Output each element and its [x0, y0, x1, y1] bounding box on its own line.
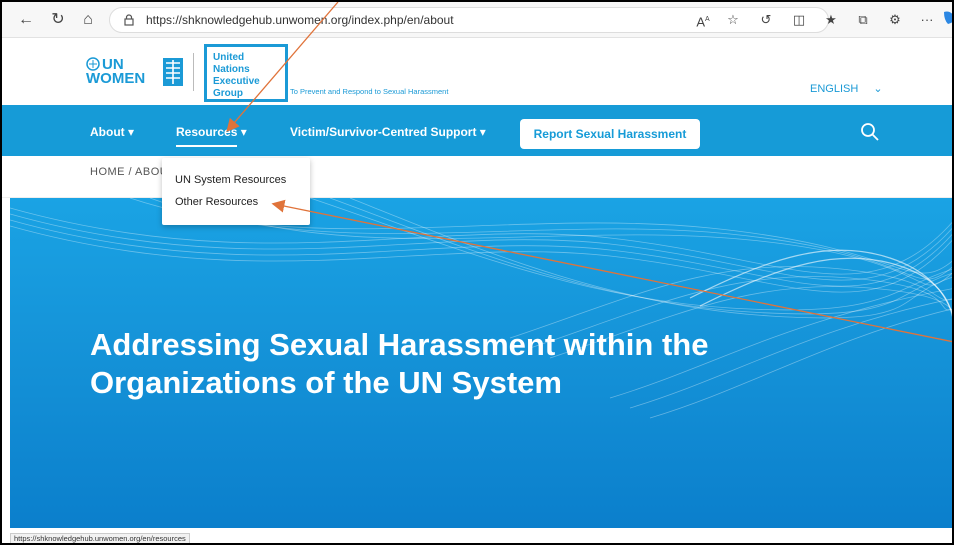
chevron-down-icon: ⌄ — [873, 83, 883, 95]
profile-icon[interactable]: ⚙ — [884, 10, 906, 30]
nav-resources[interactable]: Resources ▾ — [176, 125, 247, 139]
nav-victim-support[interactable]: Victim/Survivor-Centred Support ▾ — [290, 125, 486, 139]
exec-line-2: Executive — [213, 76, 260, 87]
language-selector[interactable]: ENGLISH ⌄ — [810, 82, 883, 95]
un-women-logo[interactable]: UN WOMEN — [86, 57, 186, 87]
breadcrumb-text[interactable]: HOME / ABOU — [90, 166, 168, 178]
nav-about[interactable]: About ▾ — [90, 125, 134, 139]
status-bar-url: https://shknowledgehub.unwomen.org/en/re… — [10, 533, 190, 543]
breadcrumb: HOME / ABOU — [2, 156, 952, 198]
back-icon[interactable]: ← — [16, 10, 36, 30]
resources-dropdown: UN System Resources Other Resources — [162, 158, 310, 225]
browser-toolbar: ← ↻ ⌂ https://shknowledgehub.unwomen.org… — [2, 2, 952, 38]
extension-icon[interactable]: ↺ — [755, 10, 777, 30]
grid-mark-icon — [163, 58, 183, 86]
address-bar[interactable]: https://shknowledgehub.unwomen.org/index… — [109, 7, 829, 33]
lock-icon — [124, 14, 134, 26]
main-nav: About ▾ Resources ▾ Victim/Survivor-Cent… — [2, 105, 952, 156]
home-icon[interactable]: ⌂ — [78, 10, 98, 30]
favorite-star-icon[interactable]: ☆ — [722, 10, 744, 30]
browser-window: ← ↻ ⌂ https://shknowledgehub.unwomen.org… — [0, 0, 954, 545]
url-text: https://shknowledgehub.unwomen.org/index… — [146, 13, 454, 27]
refresh-icon[interactable]: ↻ — [48, 10, 68, 30]
exec-line-1: United Nations — [213, 52, 250, 75]
split-screen-icon[interactable]: ◫ — [788, 10, 810, 30]
language-label: ENGLISH — [810, 83, 859, 95]
logo-women-text: WOMEN — [86, 70, 146, 87]
logo-divider — [193, 53, 194, 91]
search-icon[interactable] — [860, 122, 880, 142]
site-tagline: To Prevent and Respond to Sexual Harassm… — [290, 87, 449, 96]
report-harassment-button[interactable]: Report Sexual Harassment — [520, 119, 700, 149]
exec-line-3: Group — [213, 88, 243, 99]
hero-banner: Addressing Sexual Harassment within the … — [10, 198, 952, 528]
hero-title: Addressing Sexual Harassment within the … — [90, 327, 709, 400]
active-underline — [176, 145, 237, 147]
executive-group-logo[interactable]: United Nations Executive Group — [204, 44, 288, 102]
collections-icon[interactable]: ⧉ — [852, 10, 874, 30]
more-icon[interactable]: ··· — [916, 10, 938, 30]
un-emblem-icon — [86, 57, 100, 71]
favorites-icon[interactable]: ★ — [820, 10, 842, 30]
dropdown-item-other-resources[interactable]: Other Resources — [175, 196, 258, 208]
dropdown-item-un-system-resources[interactable]: UN System Resources — [175, 174, 286, 186]
copilot-icon[interactable] — [942, 10, 952, 30]
read-aloud-icon[interactable]: AA — [692, 10, 714, 30]
site-header: UN WOMEN United Nations Executive Group … — [2, 39, 952, 105]
